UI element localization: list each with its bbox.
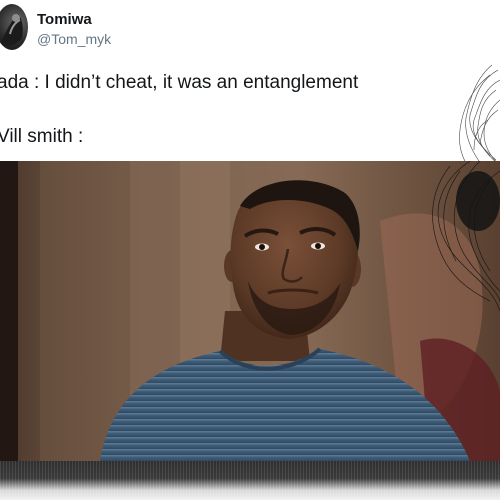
tweet-text-line-2: Vill smith :: [0, 126, 84, 147]
tweet-screenshot: Tomiwa @Tom_myk ada : I didn’t cheat, it…: [0, 0, 500, 500]
scribble-decoration: [459, 64, 500, 170]
tweet-text-line-1: ada : I didn’t cheat, it was an entangle…: [0, 72, 359, 93]
author-handle[interactable]: @Tom_myk: [37, 31, 111, 47]
avatar-image: [0, 14, 23, 46]
tweet-header: Tomiwa @Tom_myk: [0, 0, 500, 62]
avatar[interactable]: [0, 4, 28, 50]
author-name[interactable]: Tomiwa: [37, 11, 92, 28]
man-portrait-photo: [0, 161, 500, 461]
tweet-photo[interactable]: [0, 161, 500, 461]
bottom-texture-strip: [0, 461, 500, 500]
